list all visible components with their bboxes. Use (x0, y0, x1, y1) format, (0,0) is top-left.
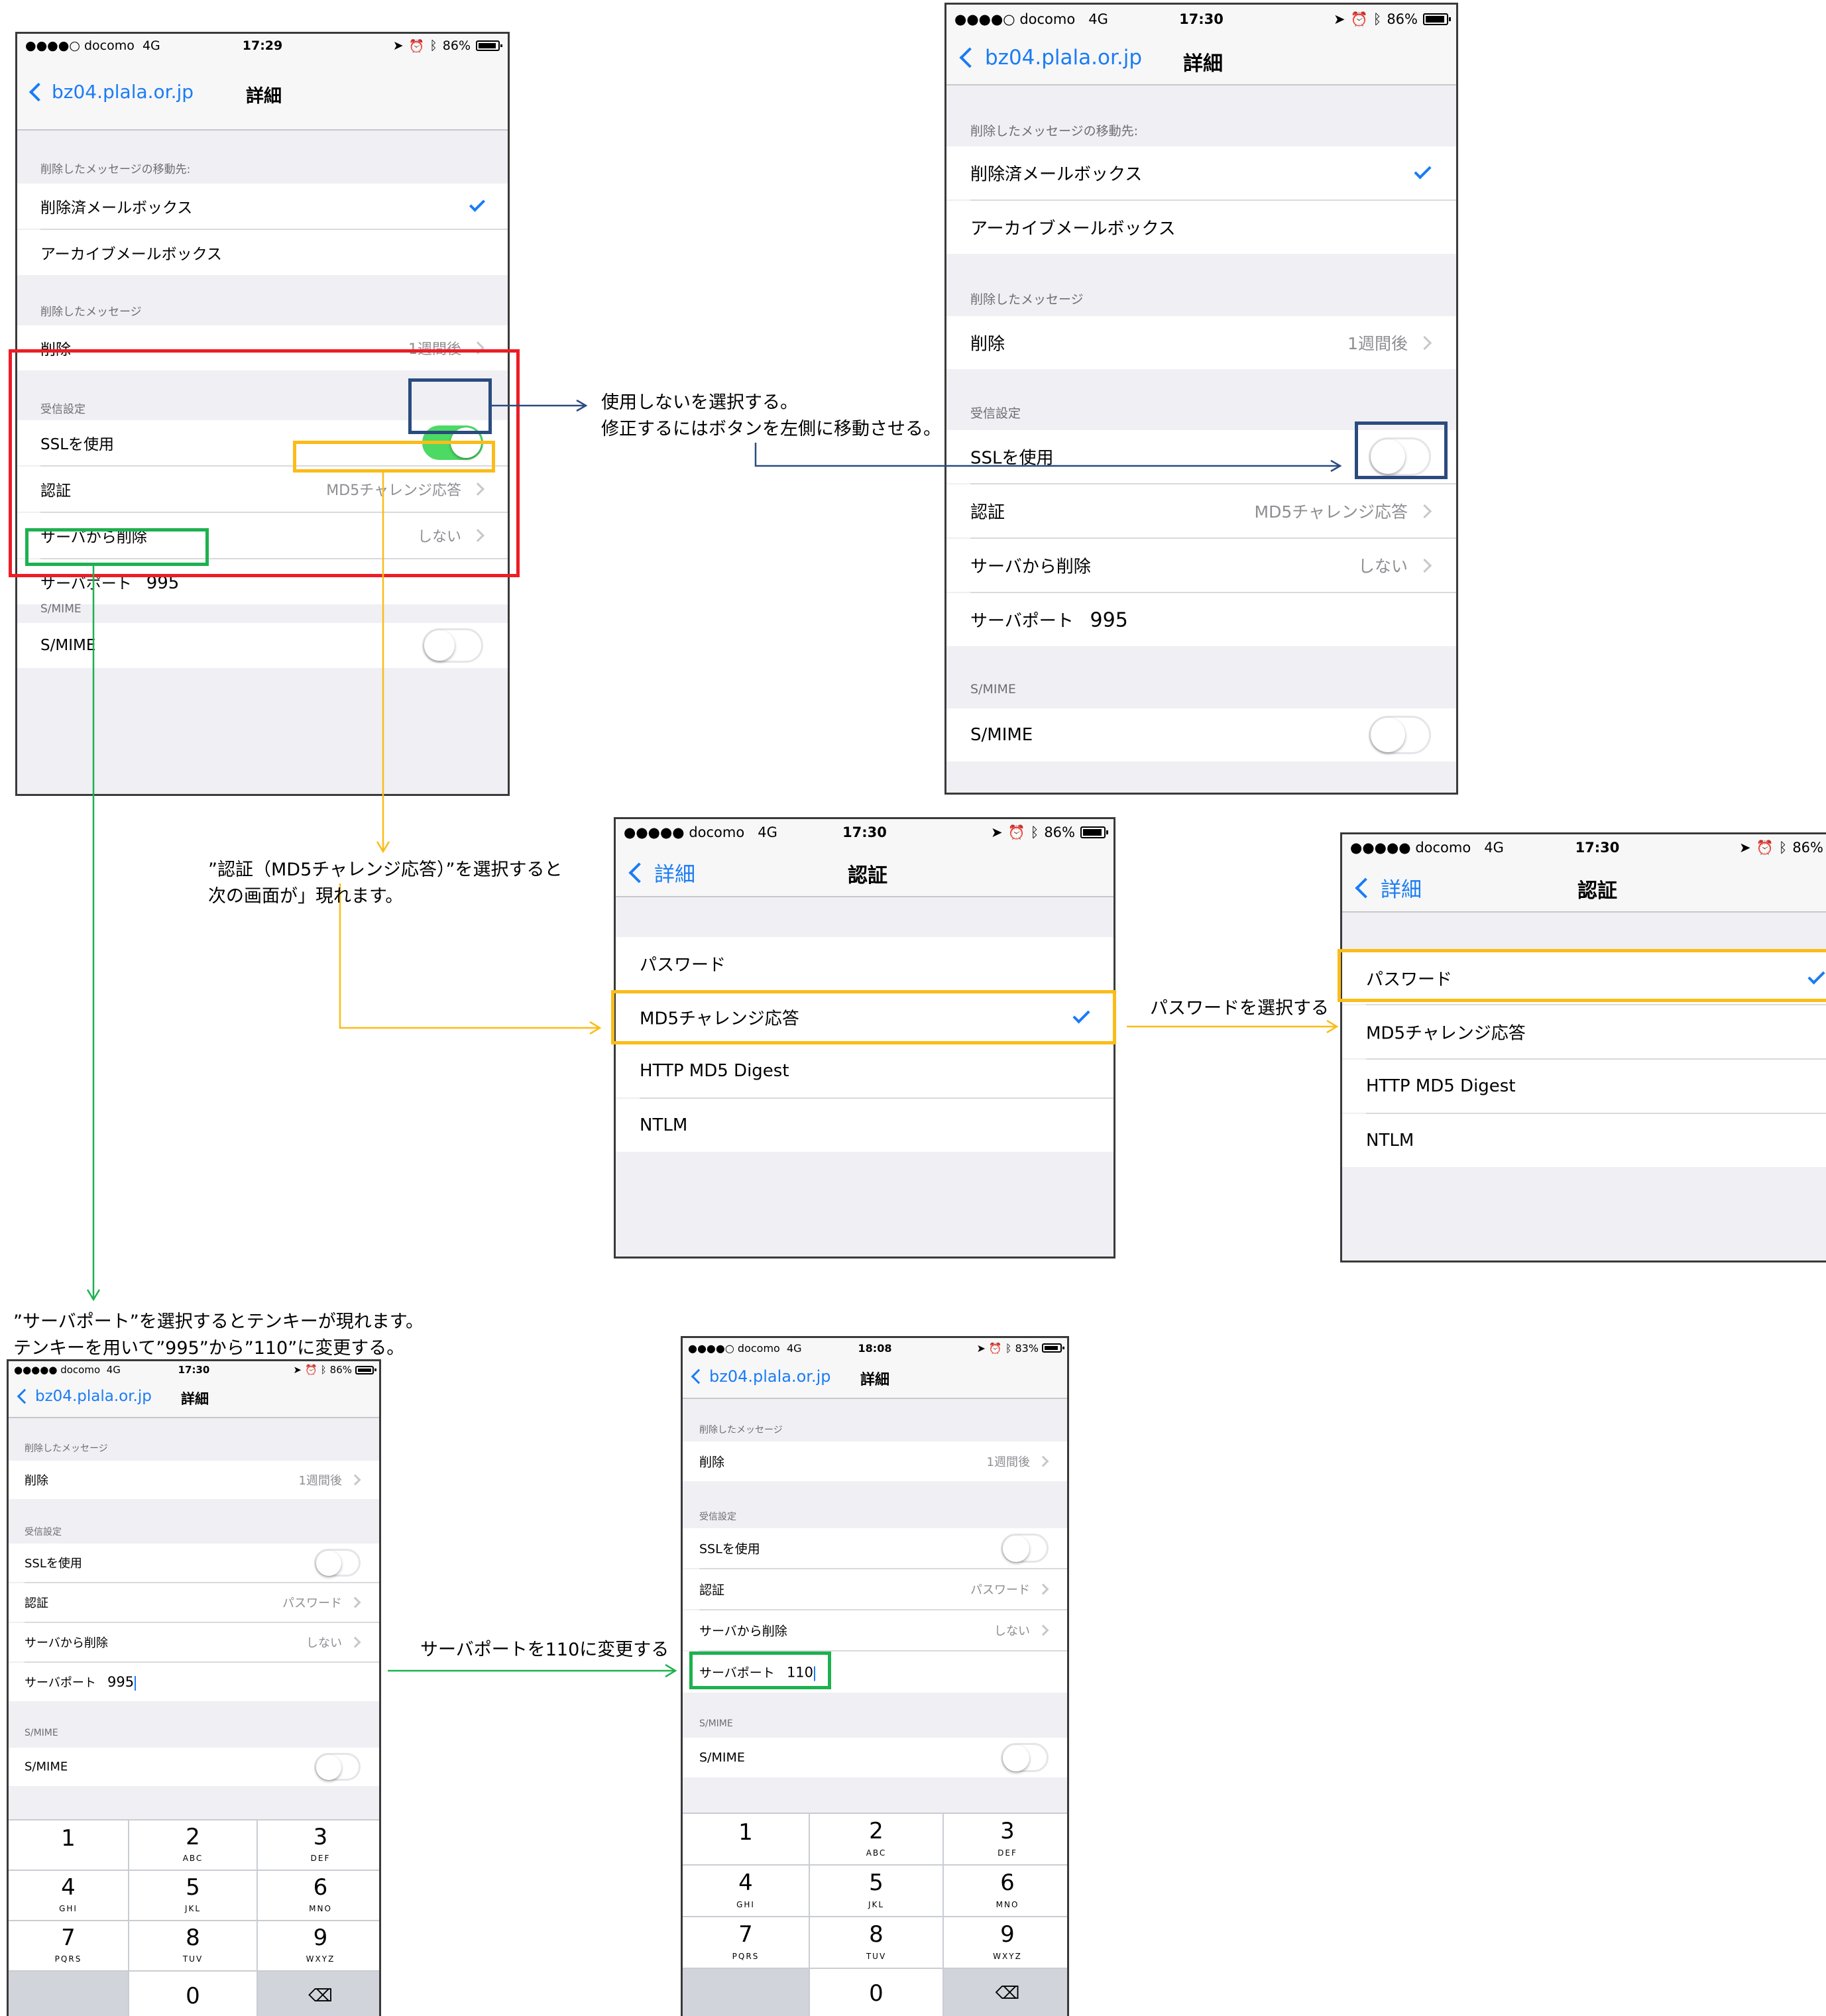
note-password: パスワードを選択する (1150, 998, 1329, 1019)
note-port: ”サーバポート”を選択するとテンキーが現れます。 テンキーを用いて”995”から… (13, 1312, 424, 1359)
note-port-change: サーバポートを110に変更する (420, 1640, 669, 1660)
note-auth: ”認証（MD5チャレンジ応答）”を選択すると 次の画面が」現れます。 (208, 860, 563, 907)
connector-arrows (86, 399, 1342, 1678)
note-ssl: 使用しないを選択する。 修正するにはボタンを左側に移動させる。 (601, 392, 941, 439)
